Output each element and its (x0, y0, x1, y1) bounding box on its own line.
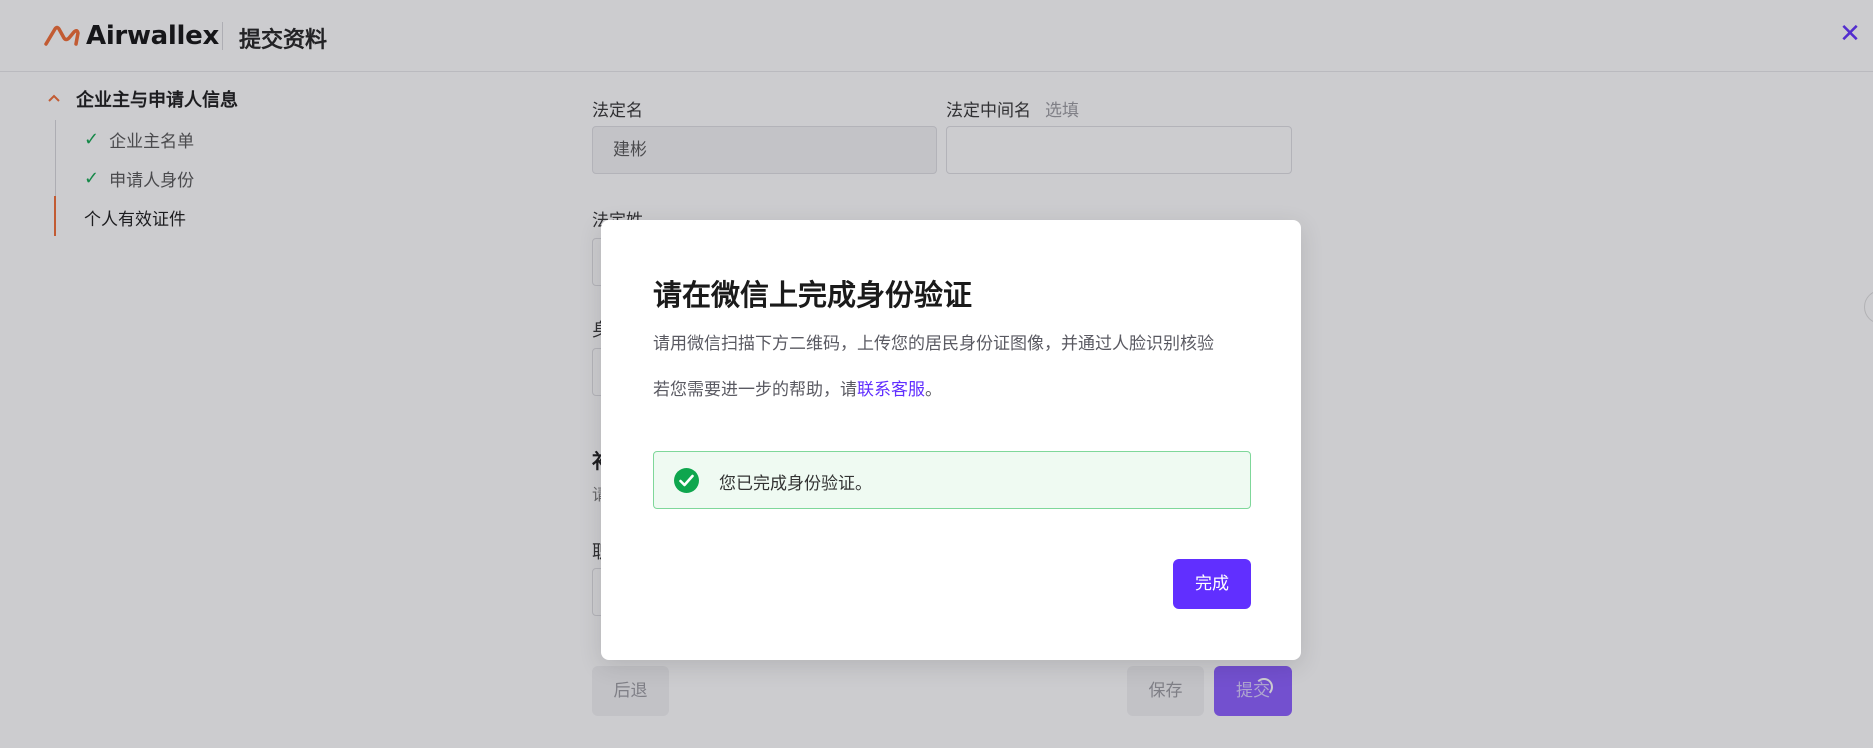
modal-title: 请在微信上完成身份验证 (653, 278, 973, 312)
help-prefix: 若您需要进一步的帮助，请 (653, 380, 857, 400)
success-alert: 您已完成身份验证。 (653, 451, 1251, 509)
help-suffix: 。 (925, 380, 942, 400)
modal-description: 请用微信扫描下方二维码，上传您的居民身份证图像，并通过人脸识别核验 (653, 334, 1214, 354)
success-check-icon (674, 468, 699, 493)
modal-help-text: 若您需要进一步的帮助，请联系客服。 (653, 375, 942, 400)
verification-modal: 请在微信上完成身份验证 请用微信扫描下方二维码，上传您的居民身份证图像，并通过人… (601, 220, 1301, 660)
success-message: 您已完成身份验证。 (719, 474, 872, 494)
contact-support-link[interactable]: 联系客服 (857, 380, 925, 400)
done-button[interactable]: 完成 (1173, 559, 1251, 609)
